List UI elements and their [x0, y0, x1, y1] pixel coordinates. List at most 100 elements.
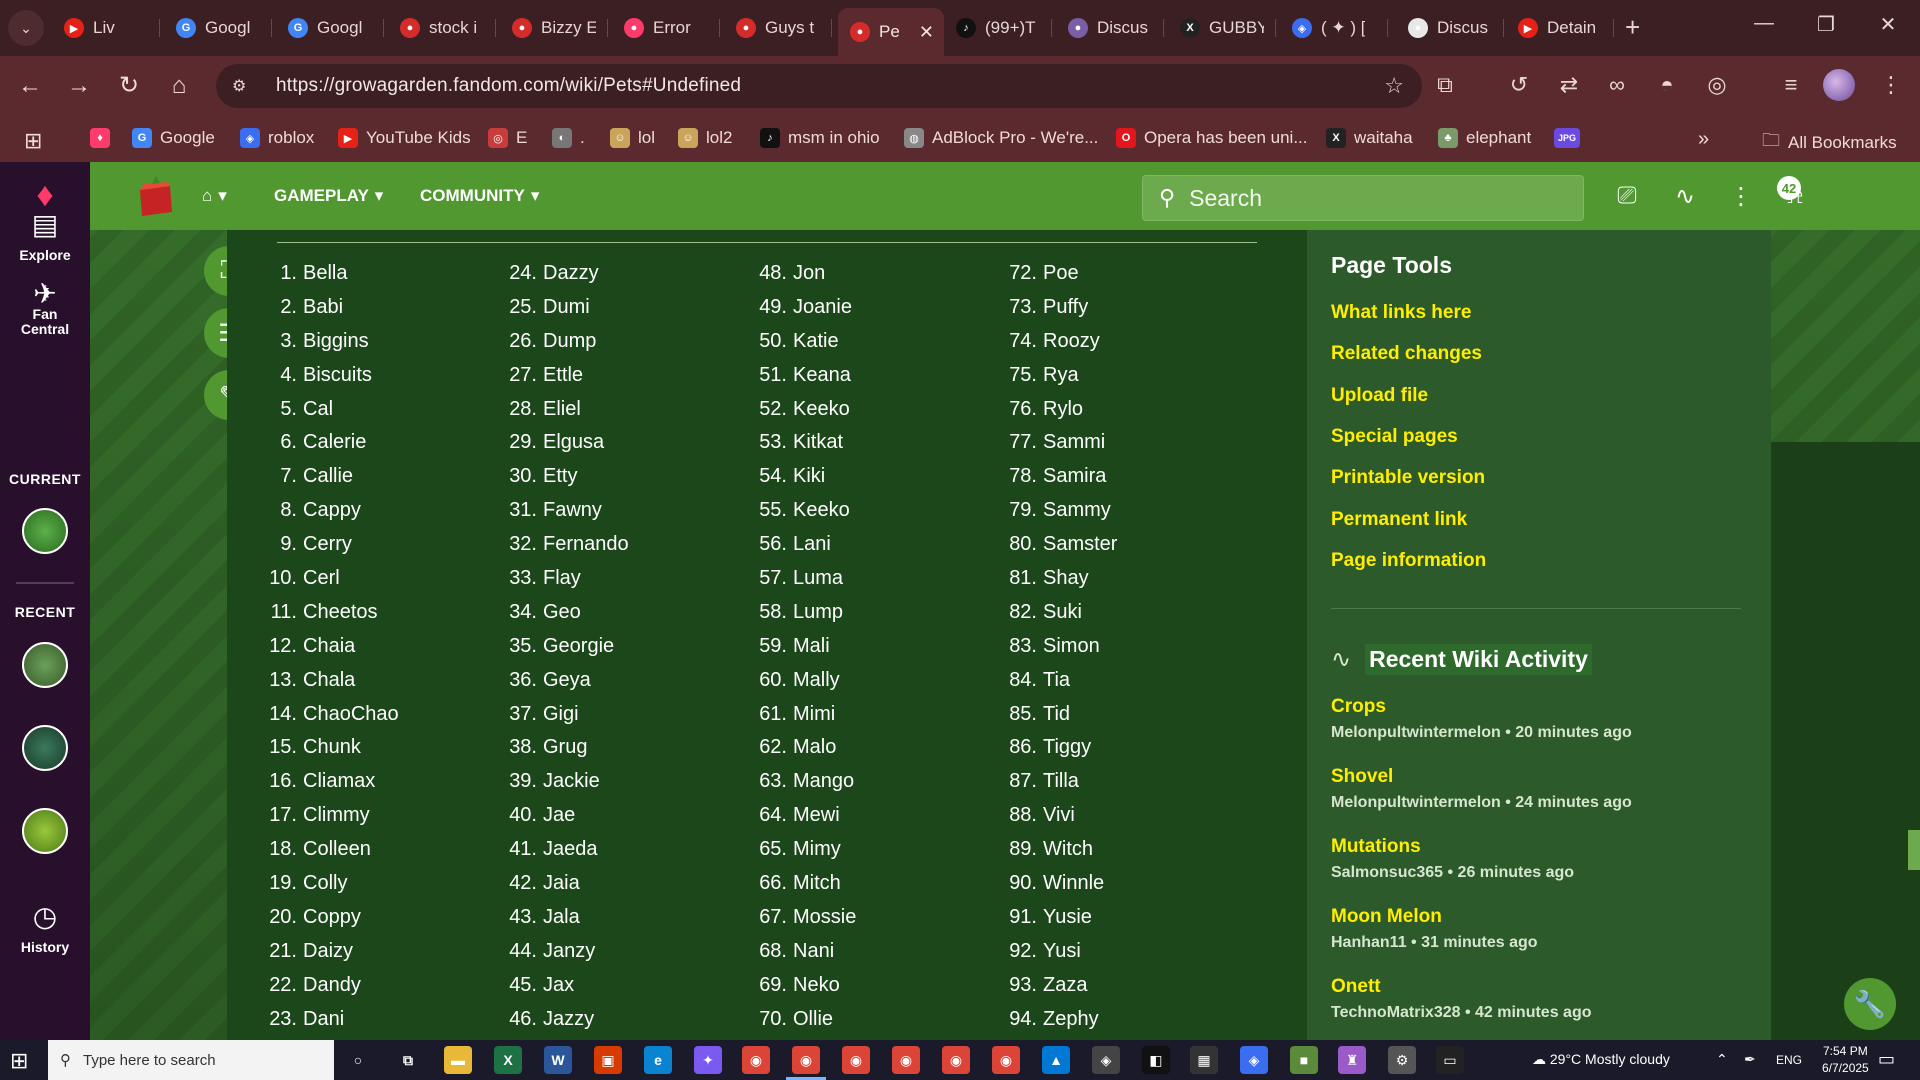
browser-tab[interactable]: ● Error: [612, 8, 720, 48]
chrome-icon[interactable]: ◉: [942, 1046, 970, 1074]
roblox-icon[interactable]: ◈: [1240, 1046, 1268, 1074]
browser-tab[interactable]: ● stock i: [388, 8, 496, 48]
recent-wiki-icon[interactable]: [22, 642, 68, 688]
chrome-icon[interactable]: ◉: [842, 1046, 870, 1074]
current-wiki-icon[interactable]: [22, 508, 68, 554]
tray-chevron-icon[interactable]: ⌃: [1716, 1051, 1728, 1068]
browser-tab[interactable]: ▶ Detain: [1506, 8, 1614, 48]
activity-icon[interactable]: ∿: [1670, 182, 1700, 211]
apps-grid-icon[interactable]: ⊞: [24, 128, 42, 154]
bookmark-item[interactable]: ◍ AdBlock Pro - We're...: [904, 128, 1098, 148]
chrome-icon[interactable]: ◉: [892, 1046, 920, 1074]
history-button[interactable]: ◷ History: [0, 900, 90, 955]
bookmark-item[interactable]: ♪ msm in ohio: [760, 128, 880, 148]
browser-tab[interactable]: ● Pe ✕: [838, 8, 944, 56]
recent-wiki-icon[interactable]: [22, 808, 68, 854]
bookmark-item[interactable]: ☺ lol2: [678, 128, 732, 148]
profile-avatar[interactable]: [1823, 69, 1855, 101]
browser-tab[interactable]: ● Discus: [1396, 8, 1504, 48]
page-tool-link[interactable]: Permanent link: [1331, 509, 1467, 531]
task-view-icon[interactable]: ⧉: [394, 1046, 422, 1074]
bookmark-item[interactable]: JPG: [1554, 128, 1580, 148]
page-tool-link[interactable]: Printable version: [1331, 467, 1485, 489]
browser-tab[interactable]: ● Discus: [1056, 8, 1164, 48]
bookmark-item[interactable]: ◎ E: [488, 128, 527, 148]
browser-tab[interactable]: G Googl: [164, 8, 272, 48]
search-input[interactable]: ⚲ Search: [1142, 175, 1584, 221]
gameplay-menu[interactable]: GAMEPLAY ▾: [274, 186, 383, 206]
reload-button[interactable]: ↻: [113, 70, 145, 102]
browser-tab[interactable]: X GUBBY: [1168, 8, 1276, 48]
bookmark-item[interactable]: ♣ elephant: [1438, 128, 1531, 148]
tab-search-button[interactable]: ⌄: [8, 10, 44, 46]
bookmark-item[interactable]: ☺ lol: [610, 128, 655, 148]
browser-tab[interactable]: ♪ (99+)T: [944, 8, 1052, 48]
link-icon[interactable]: ∞: [1602, 72, 1632, 98]
recent-wiki-icon[interactable]: [22, 725, 68, 771]
menu-kebab-icon[interactable]: ⋮: [1876, 72, 1906, 98]
copilot-icon[interactable]: ✦: [694, 1046, 722, 1074]
notification-center-icon[interactable]: ▭: [1878, 1049, 1895, 1070]
activity-page-link[interactable]: Crops: [1331, 696, 1386, 718]
weather-widget[interactable]: ☁ 29°C Mostly cloudy: [1532, 1051, 1670, 1068]
scrollbar-thumb[interactable]: [1908, 830, 1920, 870]
pen-icon[interactable]: ✒: [1744, 1051, 1756, 1068]
roblox-studio-icon[interactable]: ◈: [1092, 1046, 1120, 1074]
terminal-icon[interactable]: ▭: [1436, 1046, 1464, 1074]
browser-tab[interactable]: G Googl: [276, 8, 384, 48]
activity-page-link[interactable]: Moon Melon: [1331, 906, 1442, 928]
address-bar[interactable]: ⚙ https://growagarden.fandom.com/wiki/Pe…: [216, 64, 1422, 108]
browser-tab[interactable]: ◈ ( ✦ ) [: [1280, 8, 1388, 48]
bookmarks-overflow-icon[interactable]: »: [1698, 128, 1709, 151]
page-tool-link[interactable]: Page information: [1331, 550, 1486, 572]
bookmark-item[interactable]: ◈ roblox: [240, 128, 314, 148]
capcut-icon[interactable]: ◧: [1142, 1046, 1170, 1074]
url-text[interactable]: https://growagarden.fandom.com/wiki/Pets…: [276, 75, 741, 97]
activity-page-link[interactable]: Shovel: [1331, 766, 1393, 788]
chrome-icon[interactable]: ◉: [742, 1046, 770, 1074]
bookmark-item[interactable]: O Opera has been uni...: [1116, 128, 1308, 148]
game-icon[interactable]: ♜: [1338, 1046, 1366, 1074]
chrome-icon[interactable]: ◉: [992, 1046, 1020, 1074]
language-indicator[interactable]: ENG: [1776, 1053, 1802, 1067]
browser-tab[interactable]: ▶ Liv: [52, 8, 160, 48]
cortana-icon[interactable]: ○: [344, 1046, 372, 1074]
page-tool-link[interactable]: Related changes: [1331, 343, 1482, 365]
incognito-icon[interactable]: ◓: [1652, 72, 1682, 98]
activity-page-link[interactable]: Mutations: [1331, 836, 1421, 858]
minecraft-icon[interactable]: ■: [1290, 1046, 1318, 1074]
file-explorer-icon[interactable]: ▬: [444, 1046, 472, 1074]
bookmark-star-icon[interactable]: ☆: [1384, 73, 1404, 99]
extensions-icon[interactable]: ⧉: [1430, 72, 1460, 98]
settings-icon[interactable]: ⚙: [1388, 1046, 1416, 1074]
forward-button[interactable]: →: [63, 70, 95, 102]
wrench-tools-button[interactable]: 🔧: [1844, 978, 1896, 1030]
page-tool-link[interactable]: Special pages: [1331, 426, 1458, 448]
close-window-button[interactable]: ✕: [1868, 12, 1908, 37]
taskbar-search-input[interactable]: ⚲ Type here to search: [48, 1040, 334, 1080]
office-icon[interactable]: ▣: [594, 1046, 622, 1074]
discussions-icon[interactable]: ⎚: [1612, 182, 1642, 210]
photos-icon[interactable]: ▲: [1042, 1046, 1070, 1074]
fan-central-button[interactable]: ✈ Fan Central: [0, 280, 90, 337]
history-icon[interactable]: ↺: [1504, 72, 1534, 98]
more-kebab-icon[interactable]: ⋮: [1726, 182, 1756, 211]
community-menu[interactable]: COMMUNITY ▾: [420, 186, 539, 206]
bookmark-item[interactable]: ◐.: [552, 128, 585, 148]
tab-close-icon[interactable]: ✕: [919, 22, 934, 43]
browser-tab[interactable]: ● Guys t: [724, 8, 832, 48]
bookmark-item[interactable]: Xwaitaha: [1326, 128, 1413, 148]
bookmark-item[interactable]: ▶ YouTube Kids: [338, 128, 471, 148]
wiki-logo-icon[interactable]: [132, 174, 178, 218]
translate-icon[interactable]: ⇄: [1554, 72, 1584, 98]
activity-page-link[interactable]: Onett: [1331, 976, 1381, 998]
page-tool-link[interactable]: What links here: [1331, 302, 1471, 324]
home-button[interactable]: ⌂: [163, 70, 195, 102]
chrome-icon[interactable]: ◉: [792, 1046, 820, 1074]
explore-button[interactable]: ▤ Explore: [0, 208, 90, 263]
back-button[interactable]: ←: [14, 70, 46, 102]
wiki-home-menu[interactable]: ⌂ ▾: [202, 186, 227, 206]
screenshot-icon[interactable]: ◎: [1702, 72, 1732, 98]
minimize-button[interactable]: —: [1744, 12, 1784, 35]
media-icon[interactable]: ≡: [1776, 72, 1806, 98]
